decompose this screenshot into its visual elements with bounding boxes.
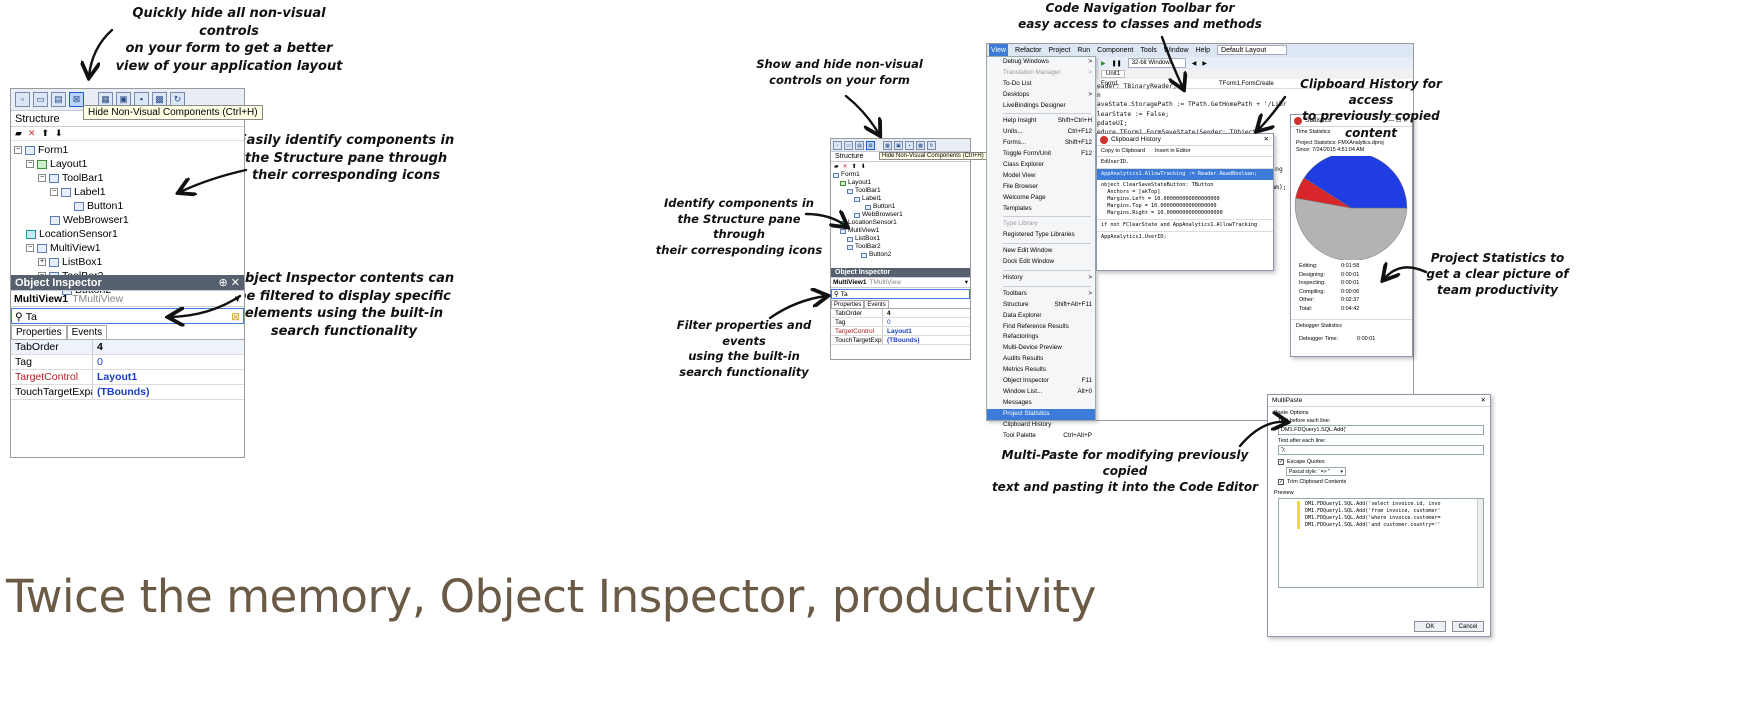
arrow-project-stats bbox=[1384, 267, 1428, 279]
arrow-hide-nonvisual bbox=[89, 28, 114, 76]
page-headline: Twice the memory, Object Inspector, prod… bbox=[6, 570, 1097, 623]
arrow-identify-mid bbox=[804, 214, 846, 226]
arrow-show-hide bbox=[844, 94, 879, 134]
arrow-multipaste bbox=[1238, 422, 1286, 448]
arrow-identify-left bbox=[180, 168, 248, 192]
arrow-code-nav bbox=[1160, 35, 1183, 88]
arrow-filter-mid bbox=[768, 296, 826, 320]
arrow-oi-filter bbox=[170, 294, 242, 317]
arrow-clipboard bbox=[1258, 95, 1287, 130]
